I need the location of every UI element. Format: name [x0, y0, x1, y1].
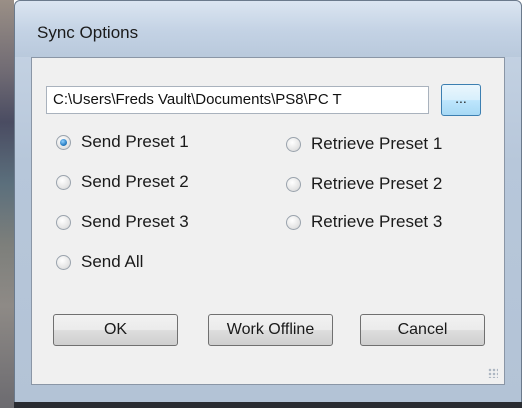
radio-label: Retrieve Preset 1 — [311, 134, 443, 153]
path-field[interactable]: C:\Users\Freds Vault\Documents\PS8\PC T — [46, 86, 429, 114]
radio-unselected-icon — [56, 214, 71, 230]
ok-button[interactable]: OK — [53, 314, 178, 346]
radio-send-preset-2[interactable]: Send Preset 2 — [56, 172, 189, 192]
radio-unselected-icon — [286, 176, 301, 192]
window-title: Sync Options — [37, 23, 139, 42]
radio-send-all[interactable]: Send All — [56, 252, 143, 272]
radio-selected-icon — [56, 134, 71, 150]
radio-label: Send Preset 3 — [81, 212, 189, 231]
resize-grip-icon[interactable] — [488, 368, 498, 378]
cancel-button[interactable]: Cancel — [360, 314, 485, 346]
radio-retrieve-preset-3[interactable]: Retrieve Preset 3 — [286, 212, 442, 232]
work-offline-button[interactable]: Work Offline — [208, 314, 333, 346]
radio-label: Retrieve Preset 2 — [311, 174, 443, 193]
radio-send-preset-3[interactable]: Send Preset 3 — [56, 212, 189, 232]
browse-button[interactable]: ... — [441, 84, 481, 116]
radio-unselected-icon — [286, 214, 301, 230]
radio-unselected-icon — [286, 136, 301, 152]
radio-label: Send All — [81, 252, 144, 271]
radio-label: Send Preset 1 — [81, 132, 189, 151]
radio-retrieve-preset-2[interactable]: Retrieve Preset 2 — [286, 174, 442, 194]
title-bar[interactable]: Sync Options — [15, 1, 521, 57]
background-windows-strip — [0, 0, 14, 408]
radio-label: Send Preset 2 — [81, 172, 189, 191]
taskbar-strip — [14, 402, 522, 408]
radio-unselected-icon — [56, 254, 71, 270]
radio-send-preset-1[interactable]: Send Preset 1 — [56, 132, 189, 152]
radio-label: Retrieve Preset 3 — [311, 212, 443, 231]
radio-retrieve-preset-1[interactable]: Retrieve Preset 1 — [286, 134, 442, 154]
radio-unselected-icon — [56, 174, 71, 190]
sync-options-dialog: Sync Options C:\Users\Freds Vault\Docume… — [14, 0, 522, 404]
dialog-client-area: C:\Users\Freds Vault\Documents\PS8\PC T … — [31, 57, 505, 385]
